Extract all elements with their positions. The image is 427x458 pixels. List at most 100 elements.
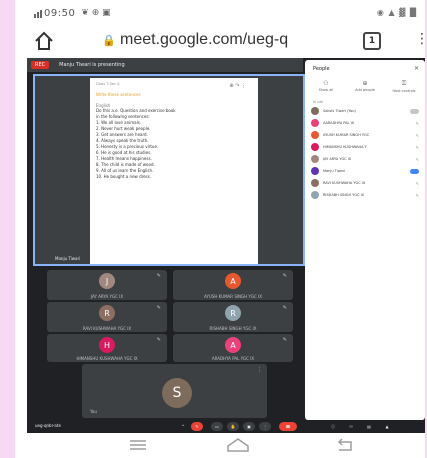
people-panel: People ✕ ⚇ Show all ⊕ Add people ⚿ Host … [305,60,425,420]
presenter-name: Manju Tiwari [55,256,81,261]
mic-off-icon: ✎ [415,156,419,162]
toggle-indicator[interactable] [410,108,419,114]
activities-icon[interactable]: ▲ [381,422,393,431]
recent-apps-icon[interactable] [127,437,149,453]
tab-switcher-button[interactable]: 1 [363,32,381,50]
kebab-menu-icon[interactable]: ⋮ [415,31,425,47]
action-label: Host controls [392,89,416,93]
recording-badge: REC [31,61,50,69]
avatar: A [225,273,241,289]
mic-off-icon: ✎ [415,192,419,198]
mic-off-icon: ✎ [415,144,419,150]
participant-name: AYUSH KUMAR SINGH YGC [323,133,370,137]
participant-name: RISHABH SINGH YGC IX [209,326,257,331]
mic-off-icon: ✎ [415,180,419,186]
info-icon[interactable]: ⓘ [327,422,339,431]
presenting-banner: REC Manju Tiwari is presenting [27,58,303,72]
participant-tile[interactable]: ✎ A AYUSH KUMAR SINGH YGC IX [173,270,293,300]
participant-name: JAY ARYA YGC IX [90,294,124,299]
hand-raise-button[interactable]: ✋ [227,422,239,431]
shared-document: Class 3 Sec A ⊕ ↷ ⋮ Write these sentence… [90,78,258,264]
avatar [311,167,319,175]
participant-row[interactable]: HIMANSHU KUSHWAHA Y ✎ [311,142,423,152]
participant-row[interactable]: JAY ARYA YGC IX ✎ [311,154,423,164]
avatar [311,107,319,115]
participant-row[interactable]: Manju Tiwari [311,166,423,176]
self-avatar: S [162,378,192,408]
participant-tile[interactable]: ✎ R RAVI KUSHWAHA YGC IX [47,302,167,332]
avatar [311,131,319,139]
back-icon[interactable] [335,437,357,453]
presentation-tile[interactable]: Class 3 Sec A ⊕ ↷ ⋮ Write these sentence… [33,74,305,266]
participant-tile[interactable]: ✎ J JAY ARYA YGC IX [47,270,167,300]
participant-row[interactable]: AARADHYA PAL IX ✎ [311,118,423,128]
show-all-button[interactable]: ⚇ Show all [307,80,345,92]
mic-off-icon: ✎ [282,337,287,343]
add-person-icon: ⊕ [362,80,368,87]
avatar: H [99,337,115,353]
home-icon[interactable] [33,30,55,52]
more-options-button[interactable]: ⋮ [259,422,271,431]
avatar [311,155,319,163]
mic-off-button[interactable]: ✎ [191,422,203,431]
participant-name: RAVI KUSHWAHA YGC IX [323,181,366,185]
lock-icon: 🔒 [102,34,116,47]
chat-icon[interactable]: ▤ [363,422,375,431]
avatar: A [225,337,241,353]
self-tile[interactable]: ⋮ S You [82,364,267,418]
lock-icon: ⚿ [401,80,407,87]
avatar: R [99,305,115,321]
address-bar[interactable]: meet.google.com/ueg-q [120,31,350,49]
presenting-text: Manju Tiwari is presenting [59,62,125,68]
mic-off-icon: ✎ [415,120,419,126]
people-title: People [313,66,330,72]
close-icon[interactable]: ✕ [414,65,419,72]
doc-highlight: Write these sentences [96,92,141,97]
participant-name: HIMANSHU KUSHWAHA Y [323,145,367,149]
people-icon[interactable]: ⚇ [345,422,357,431]
participant-row[interactable]: Sakshi Tiwari (You) [311,106,423,116]
mic-off-icon: ✎ [156,305,161,311]
participant-tile[interactable]: ✎ H HIMANSHU KUSHWAHA YGC IX [47,334,167,362]
mic-off-icon: ✎ [156,273,161,279]
meet-control-bar: ueg-qnbr-ate ^ ✎ ▭ ✋ ▣ ⋮ ☎ ⓘ ⚇ ▤ ▲ [27,420,425,433]
browser-toolbar: 🔒 meet.google.com/ueg-q 1 ⋮ [15,26,425,58]
mic-off-icon: ✎ [156,337,161,343]
action-label: Show all [318,88,334,92]
participant-name: AARADHYA PAL IX [323,121,355,125]
notification-icons: ❦ ⊕ ▣ [81,8,111,18]
more-options-icon[interactable]: ⋮ [257,367,262,373]
participant-tile[interactable]: ✎ A ARADHYA PAL YGC IX [173,334,293,362]
mic-off-icon: ✎ [282,305,287,311]
doc-toolbar-icons: ⊕ ↷ ⋮ [229,83,246,89]
mic-off-icon: ✎ [415,132,419,138]
android-navigation-bar [15,433,425,458]
participant-name: RAVI KUSHWAHA YGC IX [82,326,132,331]
in-call-label: In call [313,100,324,104]
add-people-button[interactable]: ⊕ Add people [346,80,384,92]
avatar [311,179,319,187]
participant-tile[interactable]: ✎ R RISHABH SINGH YGC IX [173,302,293,332]
camera-button[interactable]: ▭ [211,422,223,431]
system-status-icons: ◉ ▲ ▓ █ [376,8,417,17]
chevron-up-icon[interactable]: ^ [177,422,189,431]
participant-name: AYUSH KUMAR SINGH YGC IX [204,294,262,299]
mic-off-icon: ✎ [282,273,287,279]
meeting-code: ueg-qnbr-ate [35,423,61,428]
participant-row[interactable]: AYUSH KUMAR SINGH YGC ✎ [311,130,423,140]
participant-name: ARADHYA PAL YGC IX [211,356,255,361]
phone-screen: 09:50 ❦ ⊕ ▣ ◉ ▲ ▓ █ 🔒 meet.google.com/ue… [15,0,425,458]
clock-time: 09:50 [44,7,76,19]
present-button[interactable]: ▣ [243,422,255,431]
participant-row[interactable]: RAVI KUSHWAHA YGC IX ✎ [311,178,423,188]
host-controls-button[interactable]: ⚿ Host controls [385,80,423,93]
status-bar: 09:50 ❦ ⊕ ▣ ◉ ▲ ▓ █ [15,0,425,26]
home-nav-icon[interactable] [225,437,251,453]
action-label: Add people [355,88,375,92]
people-icon: ⚇ [323,80,329,87]
participant-row[interactable]: RISHABH SINGH YGC IX ✎ [311,190,423,200]
participant-name: RISHABH SINGH YGC IX [323,193,365,197]
end-call-button[interactable]: ☎ [279,422,297,431]
participant-name: Manju Tiwari [323,169,346,173]
participant-name: JAY ARYA YGC IX [323,157,352,161]
